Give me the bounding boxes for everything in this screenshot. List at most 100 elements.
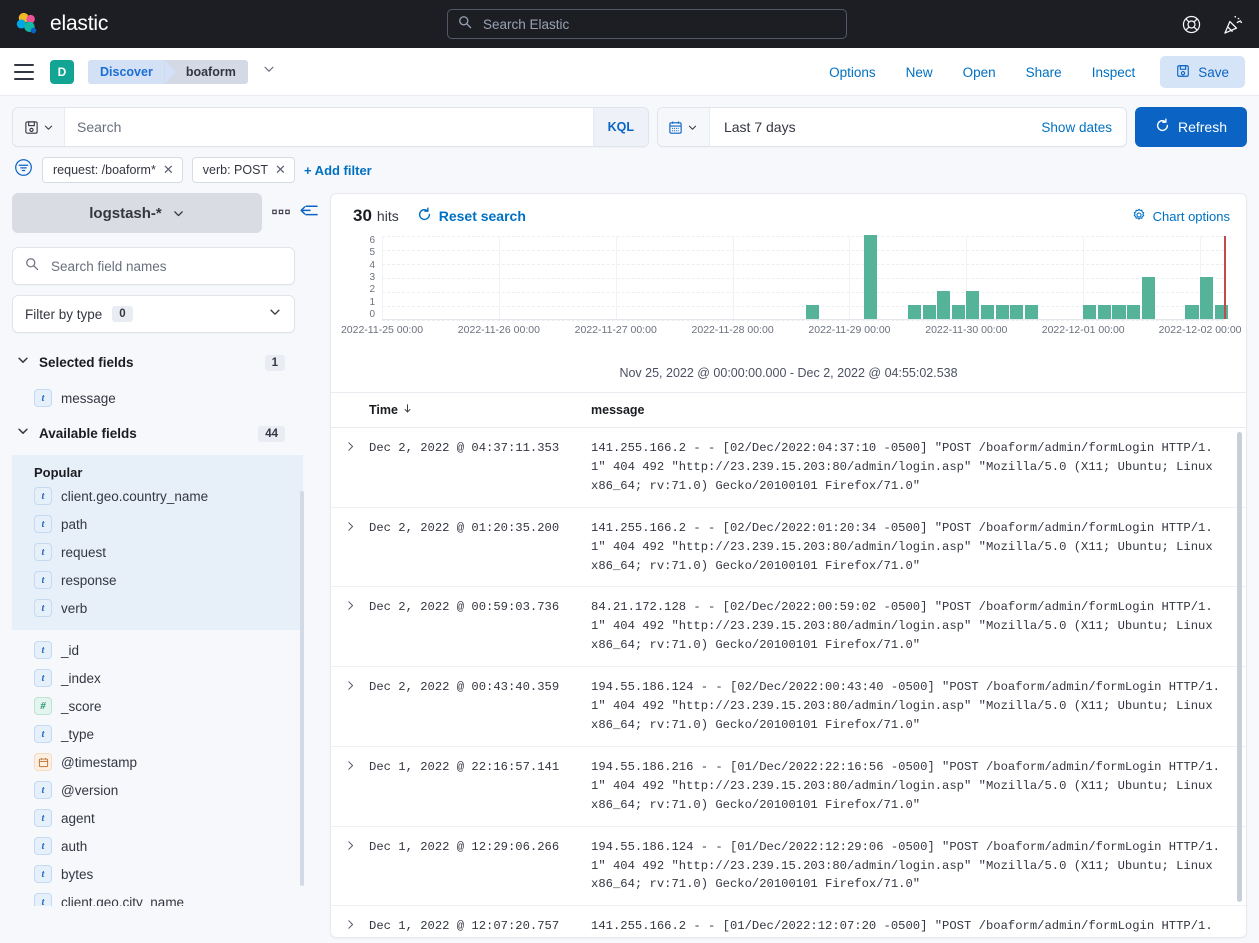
histogram-chart[interactable]: 6543210 2022-11-25 00:00 2022-11-26 00:00… <box>341 235 1242 356</box>
search-input[interactable] <box>65 108 593 146</box>
inspect-link[interactable]: Inspect <box>1077 65 1151 80</box>
histogram-bar[interactable] <box>937 291 951 319</box>
field-type-string-icon: t <box>34 725 52 743</box>
histogram-bar[interactable] <box>966 291 980 319</box>
field-options-icon[interactable] <box>272 204 290 222</box>
field-item-auth[interactable]: t auth <box>12 832 312 860</box>
table-row[interactable]: Dec 2, 2022 @ 01:20:35.200 141.255.166.2 … <box>331 508 1246 588</box>
filter-options-icon[interactable] <box>14 158 33 182</box>
field-item-response[interactable]: t response <box>12 566 303 594</box>
selected-fields-section-header[interactable]: Selected fields 1 <box>12 341 295 384</box>
collapse-sidebar-icon[interactable] <box>300 203 318 223</box>
expand-row-icon[interactable] <box>331 519 369 576</box>
expand-row-icon[interactable] <box>331 678 369 735</box>
space-avatar[interactable]: D <box>50 59 74 84</box>
histogram-bar[interactable] <box>864 235 878 319</box>
field-item-request[interactable]: t request <box>12 538 303 566</box>
global-search-input[interactable] <box>481 15 836 33</box>
breadcrumb-boaform[interactable]: boaform <box>163 59 248 84</box>
field-item-_score[interactable]: # _score <box>12 692 312 720</box>
saved-query-button[interactable] <box>13 108 65 146</box>
query-language-button[interactable]: KQL <box>592 108 648 146</box>
expand-row-icon[interactable] <box>331 598 369 655</box>
table-body[interactable]: Dec 2, 2022 @ 04:37:11.353 141.255.166.2 … <box>331 428 1246 937</box>
column-header-time[interactable]: Time <box>369 403 591 417</box>
arrow-down-icon[interactable] <box>402 403 413 417</box>
global-search[interactable] <box>447 9 847 39</box>
available-fields-section-header[interactable]: Available fields 44 <box>12 412 295 455</box>
field-item-_id[interactable]: t _id <box>12 636 312 664</box>
histogram-bar[interactable] <box>1097 305 1111 319</box>
table-row[interactable]: Dec 1, 2022 @ 12:29:06.266 194.55.186.124… <box>331 827 1246 907</box>
histogram-bar[interactable] <box>1185 305 1199 319</box>
other-fields-group: t _id t _index # _score t _type @timesta… <box>12 630 312 906</box>
histogram-bar[interactable] <box>907 305 921 319</box>
remove-filter-icon[interactable]: ✕ <box>163 162 174 178</box>
field-item-_type[interactable]: t _type <box>12 720 312 748</box>
table-row[interactable]: Dec 2, 2022 @ 04:37:11.353 141.255.166.2 … <box>331 428 1246 508</box>
field-search-box[interactable] <box>12 247 295 285</box>
menu-toggle-button[interactable] <box>14 63 34 80</box>
refresh-button[interactable]: Refresh <box>1134 107 1247 147</box>
remove-filter-icon[interactable]: ✕ <box>275 162 286 178</box>
histogram-bar[interactable] <box>1010 305 1024 319</box>
histogram-plot[interactable] <box>382 235 1228 321</box>
filter-pill-verb[interactable]: verb: POST ✕ <box>191 157 295 183</box>
chart-options-button[interactable]: Chart options <box>1132 208 1230 225</box>
index-pattern-selector[interactable]: logstash-* <box>12 193 262 233</box>
save-button[interactable]: Save <box>1160 56 1245 88</box>
field-item-timestamp[interactable]: @timestamp <box>12 748 312 776</box>
histogram-bar[interactable] <box>922 305 936 319</box>
expand-row-icon[interactable] <box>331 917 369 937</box>
table-row[interactable]: Dec 1, 2022 @ 12:07:20.757 141.255.166.2 … <box>331 906 1246 937</box>
fields-list[interactable]: Selected fields 1 t message Available fi… <box>12 341 312 906</box>
column-header-message[interactable]: message <box>591 403 645 417</box>
lifebuoy-icon[interactable] <box>1181 14 1202 35</box>
table-row[interactable]: Dec 2, 2022 @ 00:43:40.359 194.55.186.124… <box>331 667 1246 747</box>
add-filter-button[interactable]: + Add filter <box>304 163 372 178</box>
share-link[interactable]: Share <box>1011 65 1077 80</box>
breadcrumb-discover[interactable]: Discover <box>88 59 176 84</box>
date-range-value[interactable]: Last 7 days <box>710 119 1027 135</box>
field-item-message[interactable]: t message <box>12 384 312 412</box>
open-link[interactable]: Open <box>948 65 1011 80</box>
field-item-_index[interactable]: t _index <box>12 664 312 692</box>
histogram-bar[interactable] <box>1024 305 1038 319</box>
field-item-verb[interactable]: t verb <box>12 594 303 622</box>
table-scrollbar[interactable] <box>1237 432 1242 902</box>
field-item-client-geo-country-name[interactable]: t client.geo.country_name <box>12 482 303 510</box>
histogram-bar[interactable] <box>1112 305 1126 319</box>
field-type-string-icon: t <box>34 487 52 505</box>
celebration-icon[interactable] <box>1222 14 1243 35</box>
histogram-bar[interactable] <box>1141 277 1155 319</box>
histogram-bar[interactable] <box>980 305 995 319</box>
table-row[interactable]: Dec 2, 2022 @ 00:59:03.736 84.21.172.128 … <box>331 587 1246 668</box>
expand-row-icon[interactable] <box>331 838 369 895</box>
histogram-bar[interactable] <box>995 305 1009 319</box>
field-item-version[interactable]: t @version <box>12 776 312 804</box>
show-dates-button[interactable]: Show dates <box>1027 120 1126 135</box>
histogram-bar[interactable] <box>1200 277 1214 319</box>
field-item-client-geo-city-name[interactable]: t client.geo.city_name <box>12 888 312 906</box>
filter-by-type-select[interactable]: Filter by type 0 <box>12 295 295 333</box>
histogram-bar[interactable] <box>951 305 965 319</box>
histogram-bar[interactable] <box>1127 305 1141 319</box>
field-search-input[interactable] <box>49 257 282 275</box>
histogram-bar[interactable] <box>805 305 819 319</box>
filter-pill-request[interactable]: request: /boaform* ✕ <box>42 157 183 183</box>
new-link[interactable]: New <box>891 65 948 80</box>
field-item-agent[interactable]: t agent <box>12 804 312 832</box>
row-message: 84.21.172.128 - - [02/Dec/2022:00:59:02 … <box>591 600 1213 653</box>
histogram-bar[interactable] <box>1083 305 1097 319</box>
field-item-path[interactable]: t path <box>12 510 303 538</box>
expand-row-icon[interactable] <box>331 439 369 496</box>
breadcrumb-chevron-down-icon[interactable] <box>262 62 276 81</box>
expand-row-icon[interactable] <box>331 758 369 815</box>
reset-search-button[interactable]: Reset search <box>417 207 526 225</box>
sidebar-scrollbar[interactable] <box>300 491 304 886</box>
table-row[interactable]: Dec 1, 2022 @ 22:16:57.141 194.55.186.216… <box>331 747 1246 827</box>
options-link[interactable]: Options <box>814 65 891 80</box>
date-quick-select-button[interactable] <box>657 108 710 146</box>
field-item-bytes[interactable]: t bytes <box>12 860 312 888</box>
elastic-brand[interactable]: elastic <box>14 11 108 37</box>
